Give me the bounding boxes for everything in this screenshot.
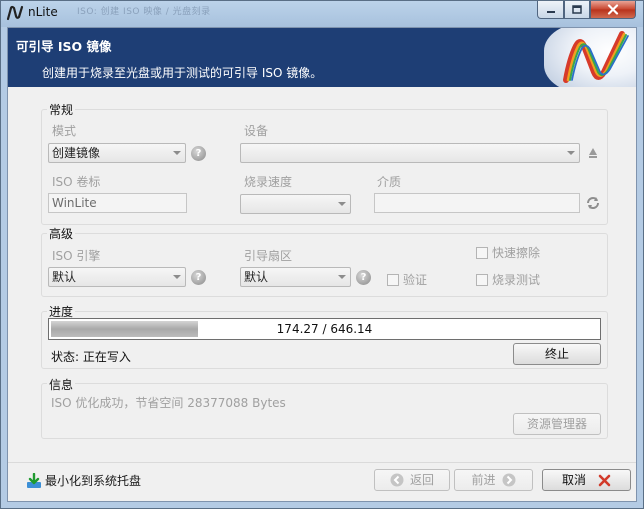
iso-label-input[interactable]: WinLite bbox=[48, 193, 187, 213]
boot-sector-label: 引导扇区 bbox=[244, 249, 293, 263]
burn-speed-label: 烧录速度 bbox=[244, 175, 293, 189]
chevron-down-icon bbox=[173, 151, 181, 155]
device-select[interactable] bbox=[240, 143, 580, 163]
mode-label: 模式 bbox=[52, 124, 77, 138]
title-bar[interactable]: nLite ISO: 创建 ISO 映像 / 光盘刻录 bbox=[1, 1, 643, 25]
chevron-down-icon bbox=[338, 275, 346, 279]
dialog-client: 可引导 ISO 镜像 创建用于烧录至光盘或用于测试的可引导 ISO 镜像。 常规… bbox=[7, 27, 637, 502]
back-button[interactable]: 返回 bbox=[374, 469, 450, 491]
boot-sector-value: 默认 bbox=[244, 270, 269, 284]
info-group-label: 信息 bbox=[47, 376, 76, 393]
stop-button[interactable]: 终止 bbox=[513, 343, 601, 365]
chevron-down-icon bbox=[567, 151, 575, 155]
maximize-icon bbox=[572, 5, 582, 14]
burn-test-checkbox-label: 烧录测试 bbox=[492, 273, 541, 287]
window-ghost-title: ISO: 创建 ISO 映像 / 光盘刻录 bbox=[77, 7, 211, 17]
next-button-label: 前进 bbox=[471, 473, 496, 487]
mode-select[interactable]: 创建镜像 bbox=[48, 143, 186, 163]
nlite-app-icon bbox=[6, 5, 24, 21]
chevron-down-icon bbox=[173, 275, 181, 279]
minimize-button[interactable] bbox=[537, 1, 564, 19]
boot-help-icon[interactable]: ? bbox=[356, 270, 371, 285]
refresh-icon[interactable] bbox=[585, 195, 601, 211]
info-message: ISO 优化成功，节省空间 28377088 Bytes bbox=[51, 396, 286, 410]
engine-help-icon[interactable]: ? bbox=[191, 270, 206, 285]
progress-text: 174.27 / 646.14 bbox=[276, 322, 373, 336]
boot-sector-select[interactable]: 默认 bbox=[240, 267, 351, 287]
close-icon bbox=[607, 4, 619, 15]
explorer-button[interactable]: 资源管理器 bbox=[513, 413, 601, 435]
tray-download-icon bbox=[27, 472, 41, 488]
general-group-label: 常规 bbox=[47, 101, 76, 118]
eject-icon[interactable] bbox=[586, 145, 600, 161]
minimize-to-tray-link[interactable]: 最小化到系统托盘 bbox=[26, 472, 141, 489]
page-heading: 可引导 ISO 镜像 bbox=[16, 39, 112, 54]
next-button[interactable]: 前进 bbox=[454, 469, 533, 491]
page-subtitle: 创建用于烧录至光盘或用于测试的可引导 ISO 镜像。 bbox=[42, 66, 323, 80]
quick-erase-checkbox-box bbox=[476, 246, 488, 259]
device-label: 设备 bbox=[244, 124, 269, 138]
iso-engine-select[interactable]: 默认 bbox=[48, 267, 186, 287]
close-x-icon bbox=[598, 474, 611, 486]
quick-erase-checkbox[interactable]: 快速擦除 bbox=[476, 244, 540, 261]
cancel-button-label: 取消 bbox=[561, 473, 586, 487]
header-banner: 可引导 ISO 镜像 创建用于烧录至光盘或用于测试的可引导 ISO 镜像。 bbox=[8, 28, 636, 87]
burn-speed-select[interactable] bbox=[240, 194, 351, 214]
nlite-logo-icon bbox=[563, 31, 629, 83]
burn-test-checkbox[interactable]: 烧录测试 bbox=[476, 271, 540, 288]
verify-checkbox-box bbox=[387, 273, 399, 286]
quick-erase-checkbox-label: 快速擦除 bbox=[492, 246, 541, 260]
verify-checkbox-label: 验证 bbox=[403, 273, 428, 287]
verify-checkbox[interactable]: 验证 bbox=[387, 271, 427, 288]
progress-bar: 174.27 / 646.14 bbox=[48, 318, 601, 340]
maximize-button[interactable] bbox=[564, 1, 590, 19]
window-title: nLite bbox=[28, 5, 58, 19]
minimize-to-tray-label: 最小化到系统托盘 bbox=[45, 474, 142, 488]
close-button[interactable] bbox=[590, 1, 636, 19]
burn-test-checkbox-box bbox=[476, 273, 488, 286]
cancel-button[interactable]: 取消 bbox=[542, 469, 631, 491]
media-input[interactable] bbox=[374, 193, 580, 213]
minimize-icon bbox=[546, 10, 555, 13]
iso-label-label: ISO 卷标 bbox=[52, 175, 101, 189]
footer-separator bbox=[8, 462, 636, 463]
arrow-right-icon bbox=[502, 473, 515, 487]
iso-engine-label: ISO 引擎 bbox=[52, 249, 101, 263]
chevron-down-icon bbox=[338, 202, 346, 206]
mode-select-value: 创建镜像 bbox=[52, 146, 101, 160]
mode-help-icon[interactable]: ? bbox=[191, 146, 206, 161]
advanced-group-label: 高级 bbox=[47, 225, 76, 242]
status-text: 状态: 正在写入 bbox=[51, 350, 131, 364]
back-button-label: 返回 bbox=[409, 473, 434, 487]
arrow-left-icon bbox=[390, 473, 404, 487]
media-label: 介质 bbox=[377, 175, 402, 189]
app-window: nLite ISO: 创建 ISO 映像 / 光盘刻录 可引导 ISO 镜像 创… bbox=[0, 0, 644, 509]
iso-engine-value: 默认 bbox=[52, 270, 77, 284]
